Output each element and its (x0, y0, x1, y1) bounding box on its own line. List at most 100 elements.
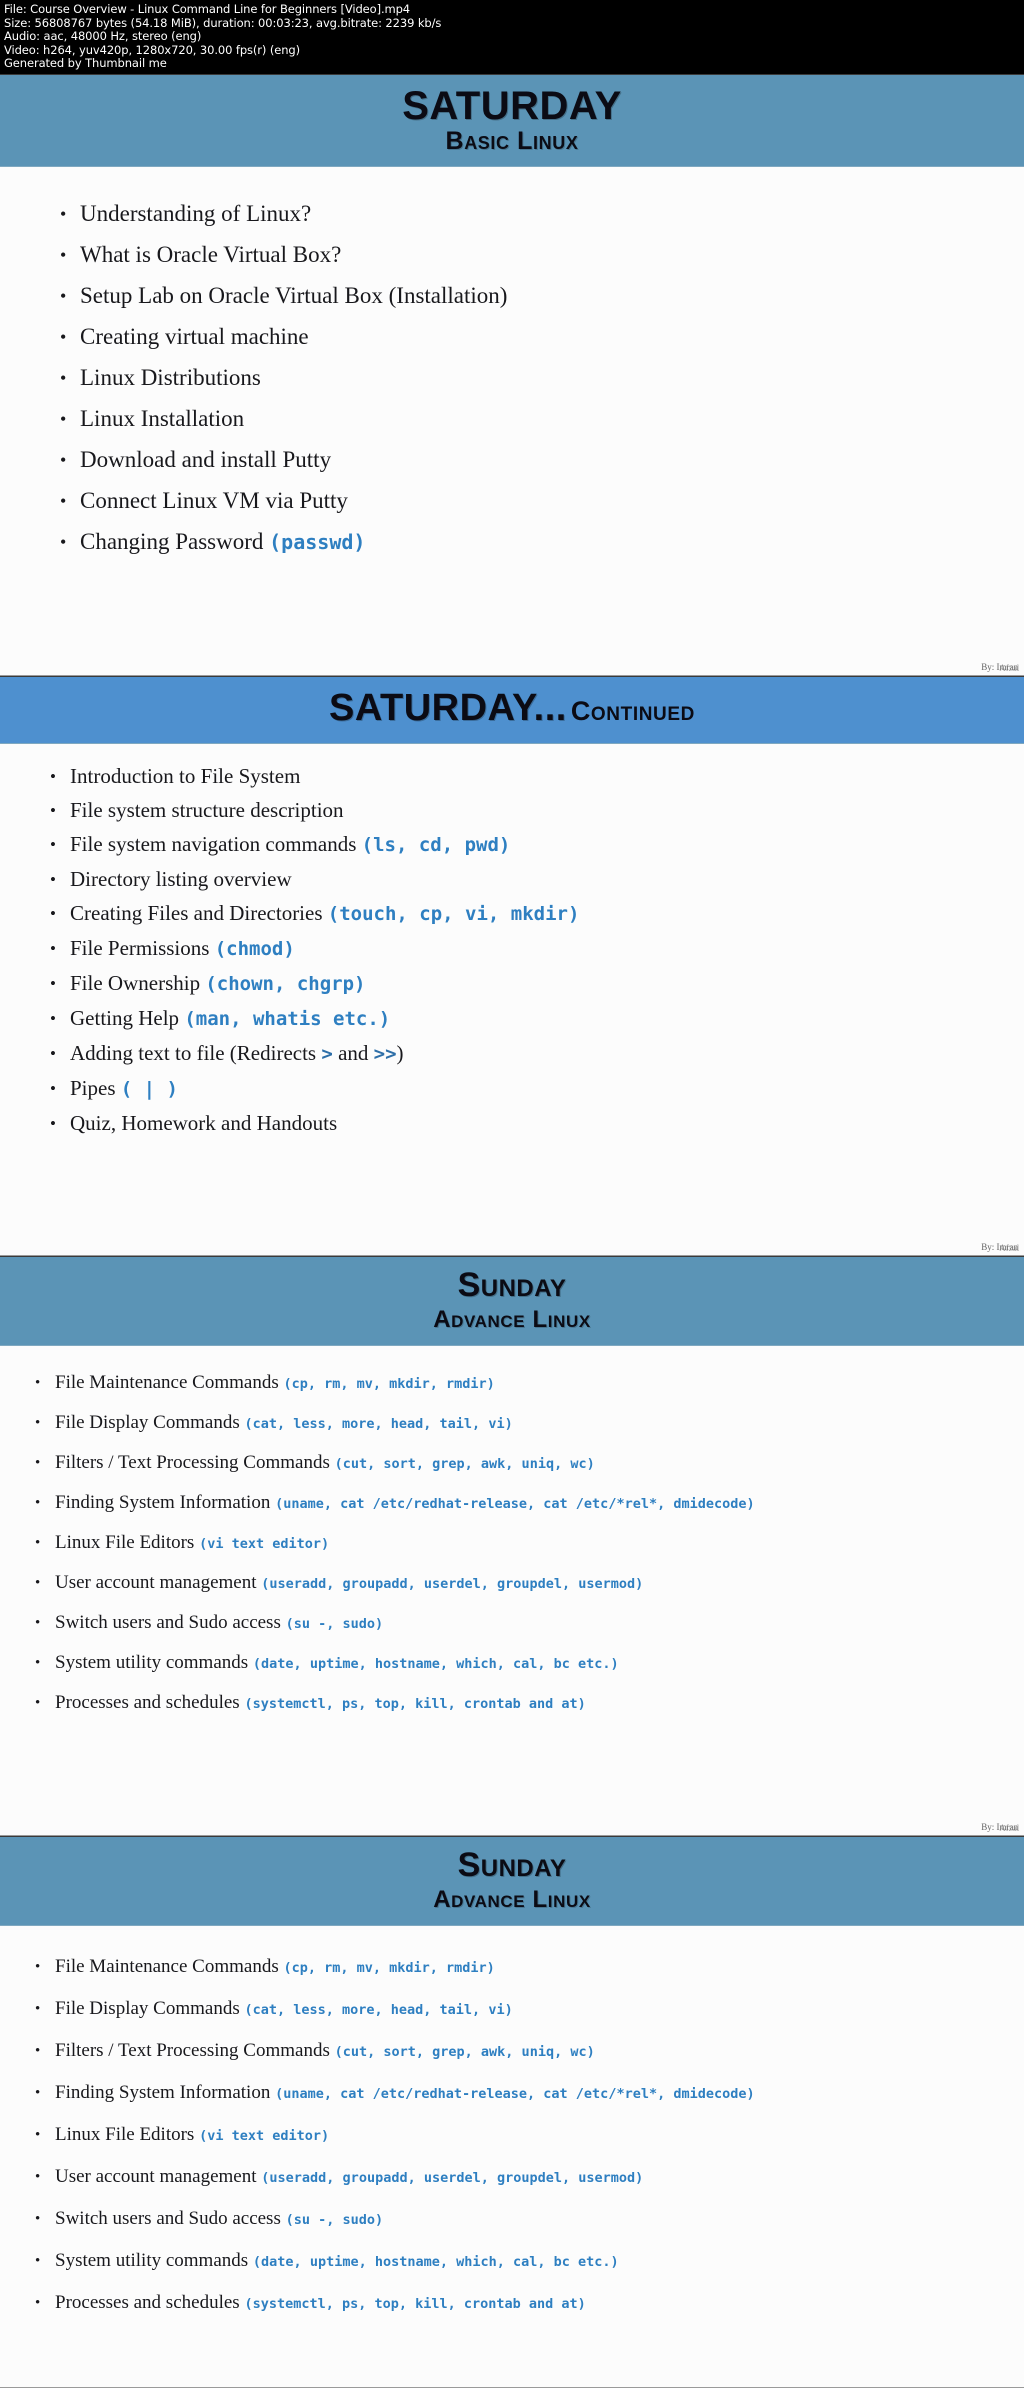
bullet-code: (su -, sudo) (285, 1616, 384, 1633)
list-item: Introduction to File System (50, 762, 1024, 791)
list-item: Understanding of Linux? (60, 197, 1024, 231)
list-item: Directory listing overview (50, 865, 1024, 894)
bullet-text: Changing Password (80, 528, 264, 554)
list-item: Getting Help (man, whatis etc.) (50, 1004, 1024, 1034)
bullet-code: (ls, cd, pwd) (361, 833, 511, 856)
bullet-list: Introduction to File System File system … (50, 762, 1024, 1138)
bullet-code: (chown, chgrp) (205, 972, 366, 995)
list-item: Setup Lab on Oracle Virtual Box (Install… (60, 279, 1024, 313)
bullet-text: Download and install Putty (80, 446, 332, 472)
bullet-code: (cat, less, more, head, tail, vi) (244, 1416, 513, 1433)
bullet-text: Finding System Information (55, 1492, 271, 1514)
list-item: Changing Password (passwd) (60, 525, 1024, 559)
slide-content: Sunday Advance Linux File Maintenance Co… (0, 1257, 1024, 1835)
slide-title-continued: Continued (570, 696, 695, 726)
bullet-text: User account management (55, 1572, 257, 1594)
slide-content: Sunday Advance Linux File Maintenance Co… (0, 1837, 1024, 2387)
bullet-text: Switch users and Sudo access (55, 2208, 281, 2230)
bullet-code: (uname, cat /etc/redhat-release, cat /et… (275, 2086, 755, 2103)
list-item: Adding text to file (Redirects > and >>) (50, 1039, 1024, 1069)
bullet-text: System utility commands (55, 2250, 249, 2272)
slide-subtitle: Advance Linux (433, 1885, 591, 1913)
bullet-text-post: ) (396, 1040, 404, 1065)
bullet-code: ( | ) (120, 1077, 178, 1100)
list-item: Linux Distributions (60, 361, 1024, 395)
bullet-code: (su -, sudo) (285, 2212, 384, 2229)
bullet-text: Processes and schedules (55, 1692, 240, 1714)
list-item: File Maintenance Commands (cp, rm, mv, m… (35, 1954, 1024, 1981)
bullet-code: (uname, cat /etc/redhat-release, cat /et… (275, 1496, 755, 1513)
slide-subtitle: Basic Linux (445, 127, 579, 155)
slide-sunday-advance-linux-2: Sunday Advance Linux File Maintenance Co… (0, 1836, 1024, 2388)
bullet-list: File Maintenance Commands (cp, rm, mv, m… (35, 1370, 1024, 1717)
bullet-code: (date, uptime, hostname, which, cal, bc … (252, 2254, 619, 2271)
bullet-text: Creating virtual machine (80, 323, 309, 349)
slide-subtitle: Advance Linux (433, 1305, 591, 1333)
list-item: Quiz, Homework and Handouts (50, 1109, 1024, 1138)
list-item: Filters / Text Processing Commands (cut,… (35, 2038, 1024, 2065)
bullet-text: File Ownership (70, 970, 201, 995)
slide-saturday-continued: SATURDAY... Continued Introduction to Fi… (0, 676, 1024, 1256)
list-item: What is Oracle Virtual Box? (60, 238, 1024, 272)
bullet-code: (passwd) (269, 529, 366, 554)
bullet-text: Switch users and Sudo access (55, 1612, 281, 1634)
list-item: System utility commands (date, uptime, h… (35, 1650, 1024, 1677)
list-item: Linux File Editors (vi text editor) (35, 2122, 1024, 2149)
list-item: File system navigation commands (ls, cd,… (50, 830, 1024, 860)
bullet-code: (chmod) (214, 937, 295, 960)
slide-content: SATURDAY... Continued Introduction to Fi… (0, 677, 1024, 1255)
slide-title: Sunday (457, 1846, 567, 1884)
bullet-list: File Maintenance Commands (cp, rm, mv, m… (35, 1954, 1024, 2317)
bullet-text: File system structure description (70, 797, 344, 822)
list-item: Connect Linux VM via Putty (60, 484, 1024, 518)
append-operator: >> (373, 1042, 397, 1065)
bullet-text: User account management (55, 2166, 257, 2188)
list-item: File Ownership (chown, chgrp) (50, 969, 1024, 999)
list-item: Filters / Text Processing Commands (cut,… (35, 1450, 1024, 1477)
video-info-size: Size: 56808767 bytes (54.18 MiB), durati… (4, 15, 442, 30)
list-item: File Maintenance Commands (cp, rm, mv, m… (35, 1370, 1024, 1397)
watermark-overlay: Afzal (999, 1823, 1020, 1833)
video-info-audio: Audio: aac, 48000 Hz, stereo (eng) (4, 29, 202, 44)
bullet-code: (cat, less, more, head, tail, vi) (244, 2002, 513, 2019)
list-item: User account management (useradd, groupa… (35, 2164, 1024, 2191)
video-info-file: File: Course Overview - Linux Command Li… (4, 2, 411, 16)
slide-title: SATURDAY... (329, 687, 567, 729)
bullet-text: Connect Linux VM via Putty (80, 487, 348, 513)
bullet-code: (date, uptime, hostname, which, cal, bc … (252, 1656, 619, 1673)
bullet-text: What is Oracle Virtual Box? (80, 241, 342, 267)
bullet-code: (systemctl, ps, top, kill, crontab and a… (244, 2296, 586, 2313)
bullet-text: Filters / Text Processing Commands (55, 1452, 330, 1474)
redirect-operator: > (321, 1042, 333, 1065)
bullet-text: Setup Lab on Oracle Virtual Box (Install… (80, 282, 508, 308)
bullet-code: (man, whatis etc.) (184, 1007, 391, 1030)
list-item: Switch users and Sudo access (su -, sudo… (35, 2206, 1024, 2233)
bullet-text: File Permissions (70, 935, 210, 960)
list-item: Creating Files and Directories (touch, c… (50, 899, 1024, 929)
list-item: Creating virtual machine (60, 320, 1024, 354)
bullet-text: Filters / Text Processing Commands (55, 2040, 330, 2062)
bullet-text: Processes and schedules (55, 2292, 240, 2314)
bullet-list: Understanding of Linux? What is Oracle V… (60, 197, 1024, 559)
bullet-text: Understanding of Linux? (80, 200, 312, 226)
bullet-text: Quiz, Homework and Handouts (70, 1110, 338, 1135)
bullet-text: Pipes (70, 1075, 116, 1100)
list-item: System utility commands (date, uptime, h… (35, 2248, 1024, 2275)
bullet-text: Linux File Editors (55, 1532, 195, 1554)
list-item: Linux Installation (60, 402, 1024, 436)
list-item: File Display Commands (cat, less, more, … (35, 1410, 1024, 1437)
list-item: Pipes ( | ) (50, 1074, 1024, 1104)
slide-title-band: SATURDAY Basic Linux (0, 75, 1024, 167)
video-info-video: Video: h264, yuv420p, 1280x720, 30.00 fp… (4, 42, 301, 57)
list-item: Processes and schedules (systemctl, ps, … (35, 2290, 1024, 2317)
bullet-text: File Display Commands (55, 1412, 240, 1434)
slide-sunday-advance-linux-1: Sunday Advance Linux File Maintenance Co… (0, 1256, 1024, 1836)
bullet-text: System utility commands (55, 1652, 249, 1674)
bullet-code: (cut, sort, grep, awk, uniq, wc) (334, 2044, 595, 2061)
bullet-text: Creating Files and Directories (70, 900, 323, 925)
bullet-code: (cut, sort, grep, awk, uniq, wc) (334, 1456, 595, 1473)
list-item: File Permissions (chmod) (50, 934, 1024, 964)
bullet-text: File Display Commands (55, 1998, 240, 2020)
bullet-code: (cp, rm, mv, mkdir, rmdir) (283, 1376, 495, 1393)
bullet-text: Linux Distributions (80, 364, 261, 390)
